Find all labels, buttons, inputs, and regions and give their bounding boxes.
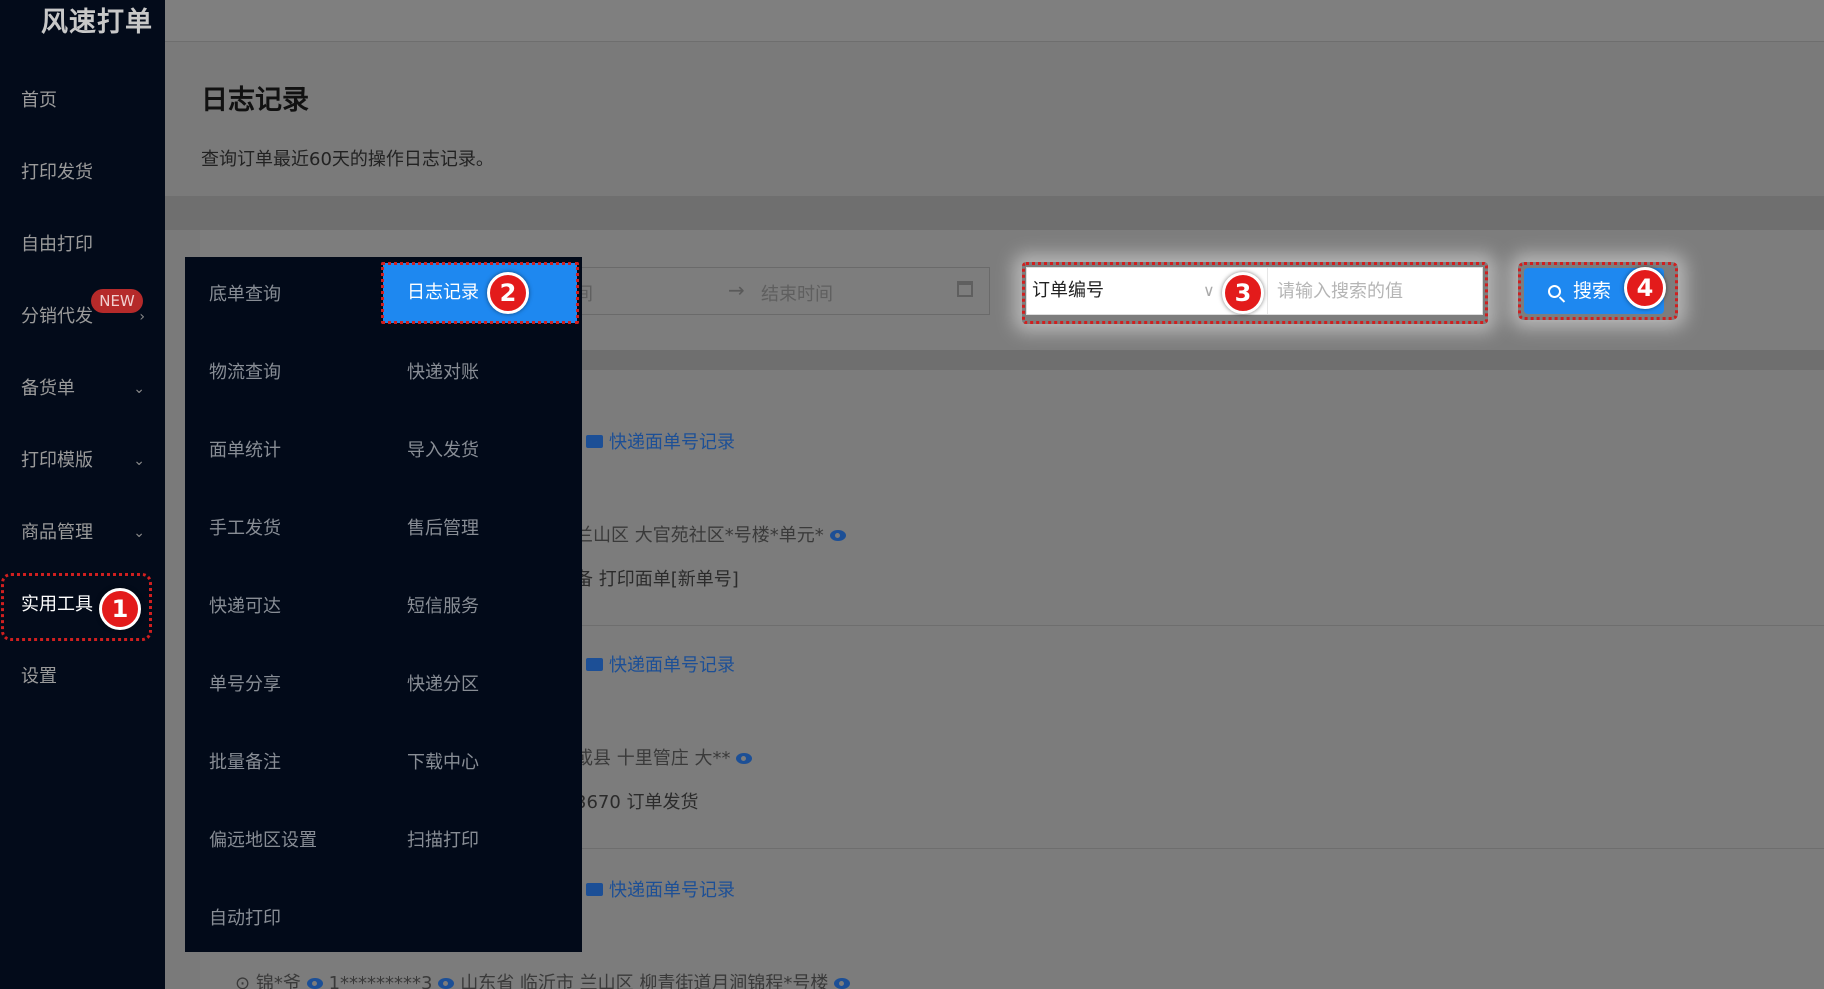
chevron-down-icon: ⌄: [133, 381, 145, 397]
page-description: 查询订单最近60天的操作日志记录。: [201, 149, 494, 170]
step-4-badge: 4: [1624, 267, 1666, 309]
menu-item-express-zone[interactable]: 快递分区: [407, 670, 479, 696]
eye-icon[interactable]: [736, 753, 753, 764]
sidebar-item-label: 分销代发: [21, 306, 93, 327]
sidebar-item-label: 备货单: [21, 378, 75, 399]
sidebar-item-label: 首页: [21, 90, 57, 111]
chevron-down-icon: ⌄: [133, 453, 145, 469]
waybill-record-link[interactable]: 快递面单号记录: [586, 876, 735, 902]
sidebar-item-label: 打印发货: [21, 162, 93, 183]
menu-item-manual-ship[interactable]: 手工发货: [209, 514, 281, 540]
link-label: 快递面单号记录: [609, 880, 735, 901]
sidebar-item-home[interactable]: 首页: [21, 86, 145, 116]
location-icon: ⊙: [235, 973, 251, 989]
step-1-badge: 1: [99, 588, 141, 630]
tools-menu: 底单查询 日志记录 物流查询 快递对账 面单统计 导入发货 手工发货 售后管理 …: [185, 257, 582, 952]
menu-item-sms-service[interactable]: 短信服务: [407, 592, 479, 618]
sidebar-item-print-template[interactable]: 打印模版 ⌄: [21, 446, 145, 476]
menu-item-remote-area[interactable]: 偏远地区设置: [209, 826, 317, 852]
eye-icon[interactable]: [438, 978, 455, 989]
sidebar-item-stock-list[interactable]: 备货单 ⌄: [21, 374, 145, 404]
waybill-icon: [586, 435, 603, 448]
menu-item-number-share[interactable]: 单号分享: [209, 670, 281, 696]
new-badge: NEW: [91, 289, 143, 313]
log-address: 或县 十里管庄 大**: [575, 744, 753, 770]
highlight-log-record: [381, 262, 579, 324]
waybill-icon: [586, 883, 603, 896]
link-label: 快递面单号记录: [609, 655, 735, 676]
menu-item-batch-remark[interactable]: 批量备注: [209, 748, 281, 774]
log-action: 备 打印面单[新单号]: [575, 569, 739, 590]
arrow-right-icon: →: [728, 278, 745, 302]
sidebar: 风速打单 首页 打印发货 自由打印 分销代发 › 备货单 ⌄ 打印模版 ⌄ 商品管理 ⌄…: [0, 0, 165, 989]
contact-phone: 1*********3: [328, 973, 433, 989]
menu-item-logistics-query[interactable]: 物流查询: [209, 358, 281, 384]
log-address: 兰山区 大官苑社区*号楼*单元*: [575, 521, 846, 547]
log-action: 3670 订单发货: [575, 792, 699, 813]
menu-item-bottom-query[interactable]: 底单查询: [209, 280, 281, 306]
menu-item-waybill-stats[interactable]: 面单统计: [209, 436, 281, 462]
address-text: 山东省 临沂市 兰山区 柳青街道月涧锦程*号楼: [460, 973, 829, 989]
waybill-record-link[interactable]: 快递面单号记录: [586, 651, 735, 677]
menu-item-after-sales[interactable]: 售后管理: [407, 514, 479, 540]
sidebar-item-label: 设置: [21, 666, 57, 687]
step-2-badge: 2: [487, 272, 529, 314]
waybill-record-link[interactable]: 快递面单号记录: [586, 428, 735, 454]
menu-item-express-reach[interactable]: 快递可达: [209, 592, 281, 618]
sidebar-item-label: 自由打印: [21, 234, 93, 255]
link-label: 快递面单号记录: [609, 432, 735, 453]
sidebar-item-print-ship[interactable]: 打印发货: [21, 158, 145, 188]
sidebar-item-goods[interactable]: 商品管理 ⌄: [21, 518, 145, 548]
menu-item-auto-print[interactable]: 自动打印: [209, 904, 281, 930]
eye-icon[interactable]: [829, 530, 846, 541]
sidebar-item-free-print[interactable]: 自由打印: [21, 230, 145, 260]
chevron-down-icon: ⌄: [133, 525, 145, 541]
sidebar-item-label: 打印模版: [21, 450, 93, 471]
end-time-input[interactable]: 结束时间: [761, 280, 833, 306]
date-range-picker[interactable]: 间 → 结束时间: [560, 267, 990, 315]
log-contact-row: ⊙ 锦*爷 1*********3 山东省 临沂市 兰山区 柳青街道月涧锦程*号…: [235, 969, 851, 989]
divider: [165, 196, 1824, 230]
menu-item-express-reconcile[interactable]: 快递对账: [407, 358, 479, 384]
address-text: 或县 十里管庄 大**: [575, 748, 731, 769]
contact-name: 锦*爷: [255, 973, 301, 989]
menu-item-import-ship[interactable]: 导入发货: [407, 436, 479, 462]
sidebar-item-label: 商品管理: [21, 522, 93, 543]
eye-icon[interactable]: [306, 978, 323, 989]
page-title: 日志记录: [201, 85, 309, 116]
menu-item-scan-print[interactable]: 扫描打印: [407, 826, 479, 852]
sidebar-item-settings[interactable]: 设置: [21, 662, 145, 692]
calendar-icon: [957, 281, 973, 297]
waybill-icon: [586, 658, 603, 671]
eye-icon[interactable]: [834, 978, 851, 989]
menu-item-download-center[interactable]: 下载中心: [407, 748, 479, 774]
top-bar: [165, 0, 1824, 42]
address-text: 兰山区 大官苑社区*号楼*单元*: [575, 525, 824, 546]
step-3-badge: 3: [1222, 272, 1264, 314]
app-logo: 风速打单: [41, 7, 153, 38]
